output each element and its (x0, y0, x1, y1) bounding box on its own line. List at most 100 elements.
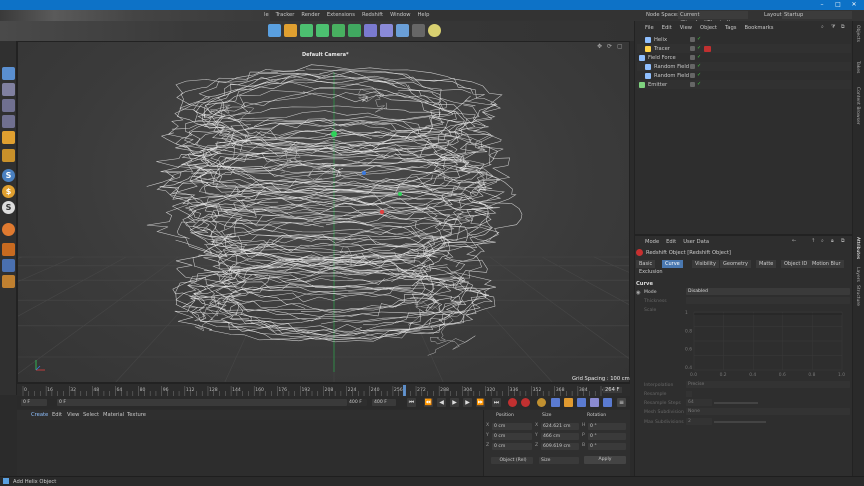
rtab-takes[interactable]: Takes (855, 61, 860, 73)
move-view-icon[interactable]: ✥ (597, 43, 602, 50)
object-row[interactable]: Emitter ✓ (637, 80, 851, 89)
material-menu-texture[interactable]: Texture (127, 412, 146, 418)
tab-exclusion[interactable]: Exclusion (636, 268, 666, 276)
subdivision-icon[interactable] (300, 24, 313, 37)
sculpt-icon[interactable] (2, 243, 15, 256)
menu-item-window[interactable]: Window (390, 12, 410, 18)
object-row[interactable]: Tracer ✓ (637, 44, 851, 53)
max-frame-field[interactable]: 400 F (347, 399, 367, 406)
obj-menu-file[interactable]: File (645, 25, 654, 31)
attr-new-window-icon[interactable]: ⧉ (841, 238, 845, 245)
mode-select[interactable]: Disabled (686, 288, 850, 295)
max-subdivisions-field[interactable]: 2 (686, 418, 712, 425)
camera-icon[interactable] (412, 24, 425, 37)
object-visibility-toggles[interactable]: ✓ (690, 37, 702, 42)
attr-menu-mode[interactable]: Mode (645, 239, 659, 245)
obj-menu-edit[interactable]: Edit (662, 25, 672, 31)
maximize-view-icon[interactable]: ▢ (617, 43, 623, 50)
tab-geometry[interactable]: Geometry (720, 260, 751, 268)
object-row[interactable]: Random Field ✓ (637, 62, 851, 71)
cloner-icon[interactable] (316, 24, 329, 37)
texture-mode-icon[interactable] (2, 83, 15, 96)
tab-object-id[interactable]: Object ID (781, 260, 811, 268)
rotation-key-icon[interactable] (577, 398, 586, 407)
size-field[interactable]: 466 cm (541, 433, 579, 440)
attr-menu-user-data[interactable]: User Data (683, 239, 709, 245)
object-visibility-toggles[interactable]: ✓ (690, 55, 702, 60)
material-menu-material[interactable]: Material (103, 412, 124, 418)
rtab-structure[interactable]: Structure (855, 285, 860, 306)
size-field[interactable]: 624.621 cm (541, 423, 579, 430)
resample-checkbox[interactable] (686, 391, 692, 397)
mograph-icon[interactable] (348, 24, 361, 37)
lock-panel-icon[interactable]: 🔒︎ (831, 238, 834, 245)
filter-icon[interactable]: ⧩ (831, 24, 836, 31)
object-name[interactable]: Tracer (654, 46, 670, 52)
object-name[interactable]: Emitter (648, 82, 667, 88)
apply-button[interactable]: Apply (584, 456, 626, 464)
object-visibility-toggles[interactable]: ✓ (690, 45, 711, 52)
tab-visibility[interactable]: Visibility (692, 260, 719, 268)
rotation-field[interactable]: 0 ° (588, 433, 626, 440)
max-subdivisions-slider[interactable] (714, 421, 766, 423)
size-field[interactable]: 609.619 cm (541, 443, 579, 450)
object-row[interactable]: Helix ✓ (637, 35, 851, 44)
object-visibility-toggles[interactable]: ✓ (690, 73, 702, 78)
object-name[interactable]: Helix (654, 37, 667, 43)
attr-menu-edit[interactable]: Edit (666, 239, 676, 245)
rtab-attributes[interactable]: Attributes (855, 237, 860, 259)
material-menu-view[interactable]: View (67, 412, 79, 418)
light-icon[interactable] (428, 24, 441, 37)
play-icon[interactable]: ▶ (450, 398, 459, 407)
pla-key-icon[interactable] (603, 398, 612, 407)
obj-menu-tags[interactable]: Tags (725, 25, 736, 31)
enabled-check-icon[interactable]: ✓ (697, 45, 702, 51)
workplane-icon[interactable]: S (2, 201, 15, 214)
maximize-icon[interactable]: □ (832, 1, 844, 9)
auto-key-icon[interactable] (521, 398, 530, 407)
scale-key-icon[interactable] (564, 398, 573, 407)
obj-menu-view[interactable]: View (680, 25, 692, 31)
timeline-menu-icon[interactable]: ≡ (617, 398, 626, 407)
node-space-select[interactable]: Current (Standard/Physical) (678, 11, 748, 26)
thickness-slider[interactable] (686, 297, 850, 304)
visibility-dot[interactable] (690, 64, 695, 69)
up-arrow-icon[interactable]: ↑ (811, 238, 815, 244)
object-name[interactable]: Random Field (654, 64, 689, 70)
object-visibility-toggles[interactable]: ✓ (690, 82, 702, 87)
pen-icon[interactable] (284, 24, 297, 37)
snap-settings-icon[interactable]: $ (2, 185, 15, 198)
rotation-field[interactable]: 0 ° (588, 443, 626, 450)
scale-spline-graph[interactable]: 10.80.60.40.0 0.2 0.4 0.6 0.8 1.0 (684, 306, 852, 378)
keyframe-selection-icon[interactable] (537, 398, 546, 407)
field-icon[interactable] (364, 24, 377, 37)
obj-menu-object[interactable]: Object (700, 25, 717, 31)
tag-icon[interactable] (380, 24, 393, 37)
3d-viewport[interactable] (17, 41, 630, 383)
material-list[interactable] (17, 420, 483, 476)
layers-icon[interactable] (2, 259, 15, 272)
mesh-subdivision-select[interactable]: None (686, 408, 850, 415)
object-name[interactable]: Random Field (654, 73, 689, 79)
position-field[interactable]: 0 cm (492, 423, 532, 430)
tab-motion-blur[interactable]: Motion Blur (809, 260, 844, 268)
enabled-check-icon[interactable]: ✓ (697, 55, 702, 60)
rtab-content-browser[interactable]: Content Browser (855, 87, 860, 125)
object-row[interactable]: Field Force ✓ (637, 53, 851, 62)
redshift-tag-icon[interactable] (704, 45, 711, 52)
go-to-end-icon[interactable]: ⏭ (492, 398, 501, 407)
attr-search-icon[interactable]: ⌕ (821, 238, 824, 245)
coord-size-select[interactable]: Size (539, 457, 579, 464)
search-icon[interactable]: ⌕ (821, 24, 824, 31)
model-mode-icon[interactable] (2, 67, 15, 80)
camera-label[interactable]: Default Camera* (302, 52, 349, 58)
visibility-dot[interactable] (690, 55, 695, 60)
resample-steps-field[interactable]: 64 (686, 399, 712, 406)
resample-steps-slider[interactable] (714, 402, 758, 404)
visibility-dot[interactable] (690, 45, 695, 51)
menu-item-redshift[interactable]: Redshift (362, 12, 383, 18)
edges-mode-icon[interactable] (2, 115, 15, 128)
record-icon[interactable] (508, 398, 517, 407)
object-row[interactable]: Random Field ✓ (637, 71, 851, 80)
close-icon[interactable]: ✕ (848, 1, 860, 9)
